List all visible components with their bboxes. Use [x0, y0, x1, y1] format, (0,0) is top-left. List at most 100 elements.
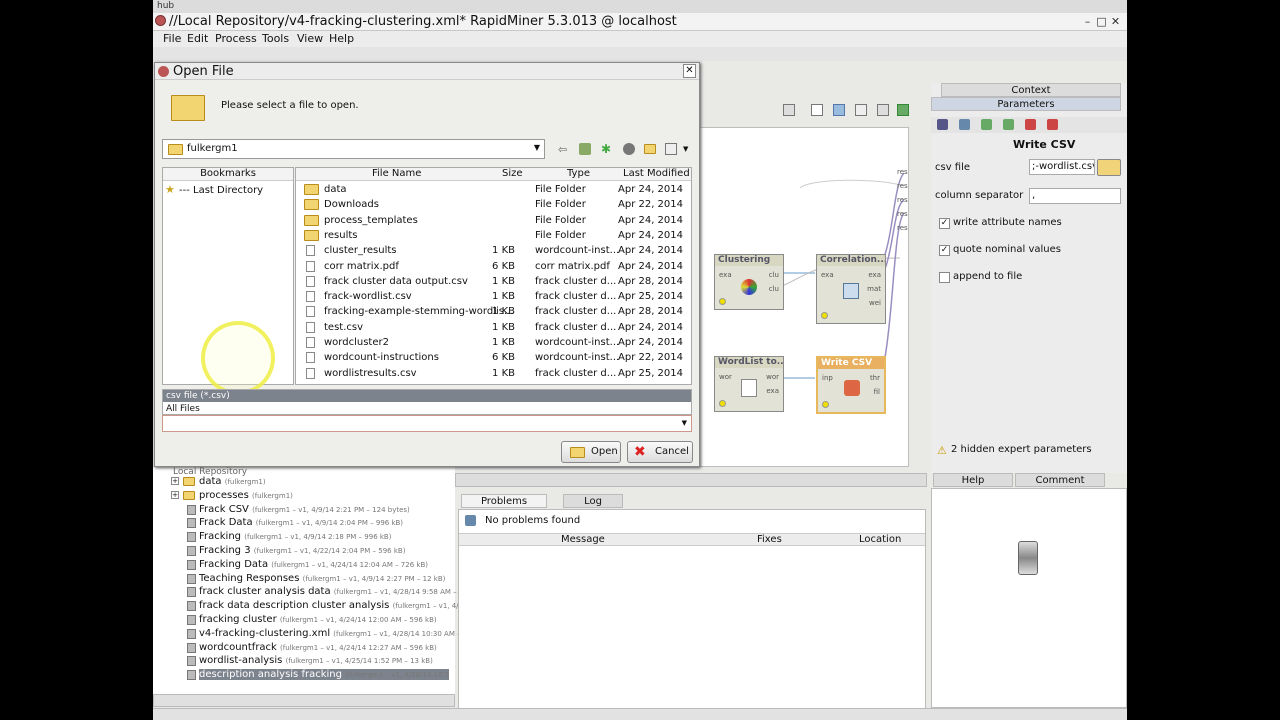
- process-canvas[interactable]: Clustering exa clu clu Correlation... ex…: [699, 127, 909, 467]
- menu-file[interactable]: File: [163, 32, 181, 45]
- file-row[interactable]: corr matrix.pdf 6 KB corr matrix.pdf Apr 24…: [300, 260, 692, 275]
- append-to-file-checkbox[interactable]: [939, 272, 950, 283]
- tab-context[interactable]: Context: [941, 83, 1121, 97]
- file-filter-list[interactable]: csv file (*.csv) All Files: [162, 389, 692, 415]
- chevron-down-icon[interactable]: ▼: [683, 145, 688, 153]
- column-type[interactable]: Type: [567, 168, 590, 179]
- file-row[interactable]: frack cluster data output.csv 1 KB frack c…: [300, 275, 692, 290]
- location-combo[interactable]: fulkergm1 ▼: [162, 139, 545, 159]
- column-separator-input[interactable]: ,: [1029, 188, 1121, 204]
- zoom-icon[interactable]: [877, 104, 889, 116]
- repository-item[interactable]: wordcountfrack (fulkergm1 – v1, 4/24/14 …: [199, 642, 437, 653]
- operator-write-csv[interactable]: Write CSV inp thr fil: [816, 356, 886, 414]
- expand-icon[interactable]: +: [171, 477, 179, 485]
- repository-item[interactable]: Fracking 3 (fulkergm1 – v1, 4/22/14 2:04…: [199, 545, 405, 556]
- repository-item[interactable]: Teaching Responses (fulkergm1 – v1, 4/9/…: [199, 573, 445, 584]
- close-icon[interactable]: ✕: [683, 64, 696, 78]
- repository-item[interactable]: Frack CSV (fulkergm1 – v1, 4/9/14 2:21 P…: [199, 504, 410, 515]
- repository-item[interactable]: wordlist-analysis (fulkergm1 – v1, 4/25/…: [199, 655, 433, 666]
- operator-wordlist[interactable]: WordList to... wor wor exa: [714, 356, 784, 412]
- result-port[interactable]: res: [897, 196, 908, 204]
- quote-nominal-values-checkbox[interactable]: ✓: [939, 245, 950, 256]
- operator-correlation[interactable]: Correlation... exa exa mat wei: [816, 254, 886, 324]
- minimize-icon[interactable]: –: [1081, 15, 1094, 28]
- repository-item[interactable]: Fracking (fulkergm1 – v1, 4/9/14 2:18 PM…: [199, 531, 391, 542]
- result-port[interactable]: res: [897, 210, 908, 218]
- import-icon[interactable]: [1003, 119, 1014, 130]
- fit-icon[interactable]: [855, 104, 867, 116]
- up-folder-icon[interactable]: [579, 143, 591, 155]
- result-port[interactable]: res: [897, 182, 908, 190]
- file-row[interactable]: cluster_results 1 KB wordcount-inst... Apr …: [300, 244, 692, 259]
- tab-help[interactable]: Help: [933, 473, 1013, 487]
- close-icon[interactable]: ✕: [1109, 15, 1122, 28]
- repository-item[interactable]: Fracking Data (fulkergm1 – v1, 4/24/14 1…: [199, 559, 428, 570]
- file-row[interactable]: wordcluster2 1 KB wordcount-inst... Apr 24,…: [300, 336, 692, 351]
- bookmark-last-directory[interactable]: --- Last Directory: [179, 185, 263, 196]
- filename-input[interactable]: ▼: [162, 415, 692, 432]
- menu-edit[interactable]: Edit: [187, 32, 208, 45]
- column-message[interactable]: Message: [561, 534, 605, 545]
- home-icon[interactable]: [623, 143, 635, 155]
- file-row[interactable]: wordcount-instructions 6 KB wordcount-inst…: [300, 351, 692, 366]
- tab-parameters[interactable]: Parameters: [931, 97, 1121, 111]
- cancel-button[interactable]: ✖ Cancel: [627, 441, 693, 463]
- select-icon[interactable]: [783, 104, 795, 116]
- write-attribute-names-checkbox[interactable]: ✓: [939, 218, 950, 229]
- open-folder-icon[interactable]: [644, 144, 656, 154]
- back-icon[interactable]: ⇦: [558, 143, 570, 156]
- port-label: exa: [719, 271, 732, 279]
- file-row[interactable]: data File Folder Apr 24, 2014: [300, 183, 692, 198]
- canvas-scrollbar[interactable]: [455, 473, 927, 487]
- delete-icon[interactable]: [1025, 119, 1036, 130]
- menu-help[interactable]: Help: [329, 32, 354, 45]
- repository-item[interactable]: Frack Data (fulkergm1 – v1, 4/9/14 2:04 …: [199, 517, 403, 528]
- column-size[interactable]: Size: [502, 168, 523, 179]
- refresh-icon[interactable]: [959, 119, 970, 130]
- menu-process[interactable]: Process: [215, 32, 257, 45]
- column-last-modified[interactable]: Last Modified: [623, 168, 690, 179]
- file-row[interactable]: test.csv 1 KB frack cluster d... Apr 24, 20…: [300, 321, 692, 336]
- repository-item[interactable]: fracking cluster (fulkergm1 – v1, 4/24/1…: [199, 614, 437, 625]
- file-row[interactable]: fracking-example-stemming-wordlis... 1 KB…: [300, 305, 692, 320]
- menu-tools[interactable]: Tools: [262, 32, 289, 45]
- browse-folder-button[interactable]: [1097, 159, 1121, 176]
- tab-log[interactable]: Log: [563, 494, 623, 508]
- file-row[interactable]: results File Folder Apr 24, 2014: [300, 229, 692, 244]
- layout-icon[interactable]: [811, 104, 823, 116]
- view-menu-icon[interactable]: [665, 143, 677, 155]
- open-button[interactable]: Open: [561, 441, 621, 463]
- repository-item[interactable]: description analysis fracking (fulkergm1…: [199, 669, 450, 681]
- new-folder-icon[interactable]: ✱: [601, 142, 611, 156]
- column-fixes[interactable]: Fixes: [757, 534, 782, 545]
- repository-item[interactable]: processes (fulkergm1): [199, 490, 293, 501]
- file-row[interactable]: wordlistresults.csv 1 KB frack cluster d..…: [300, 367, 692, 382]
- run-icon[interactable]: [897, 104, 909, 116]
- repository-scrollbar[interactable]: [153, 694, 455, 707]
- result-port[interactable]: res: [897, 168, 908, 176]
- column-location[interactable]: Location: [859, 534, 901, 545]
- file-row[interactable]: frack-wordlist.csv 1 KB frack cluster d...…: [300, 290, 692, 305]
- repository-item[interactable]: frack data description cluster analysis …: [199, 600, 459, 611]
- tab-problems[interactable]: Problems: [461, 494, 547, 508]
- repository-item[interactable]: frack cluster analysis data (fulkergm1 –…: [199, 586, 457, 597]
- tab-comment[interactable]: Comment: [1015, 473, 1105, 487]
- operator-icon[interactable]: [937, 119, 948, 130]
- repository-item[interactable]: data (fulkergm1): [199, 476, 266, 487]
- column-file-name[interactable]: File Name: [372, 168, 421, 179]
- filter-csv[interactable]: csv file (*.csv): [163, 390, 691, 402]
- export-icon[interactable]: [981, 119, 992, 130]
- hidden-params-label[interactable]: 2 hidden expert parameters: [951, 444, 1092, 455]
- result-port[interactable]: res: [897, 224, 908, 232]
- operator-clustering[interactable]: Clustering exa clu clu: [714, 254, 784, 310]
- repository-item[interactable]: v4-fracking-clustering.xml (fulkergm1 – …: [199, 628, 461, 639]
- file-row[interactable]: process_templates File Folder Apr 24, 2014: [300, 214, 692, 229]
- arrange-icon[interactable]: [833, 104, 845, 116]
- csv-file-input[interactable]: ;-wordlist.csv: [1029, 159, 1095, 175]
- error-icon[interactable]: [1047, 119, 1058, 130]
- menu-view[interactable]: View: [297, 32, 323, 45]
- expand-icon[interactable]: +: [171, 490, 179, 499]
- filter-all-files[interactable]: All Files: [163, 403, 691, 415]
- maximize-icon[interactable]: □: [1095, 15, 1108, 28]
- file-row[interactable]: Downloads File Folder Apr 22, 2014: [300, 198, 692, 213]
